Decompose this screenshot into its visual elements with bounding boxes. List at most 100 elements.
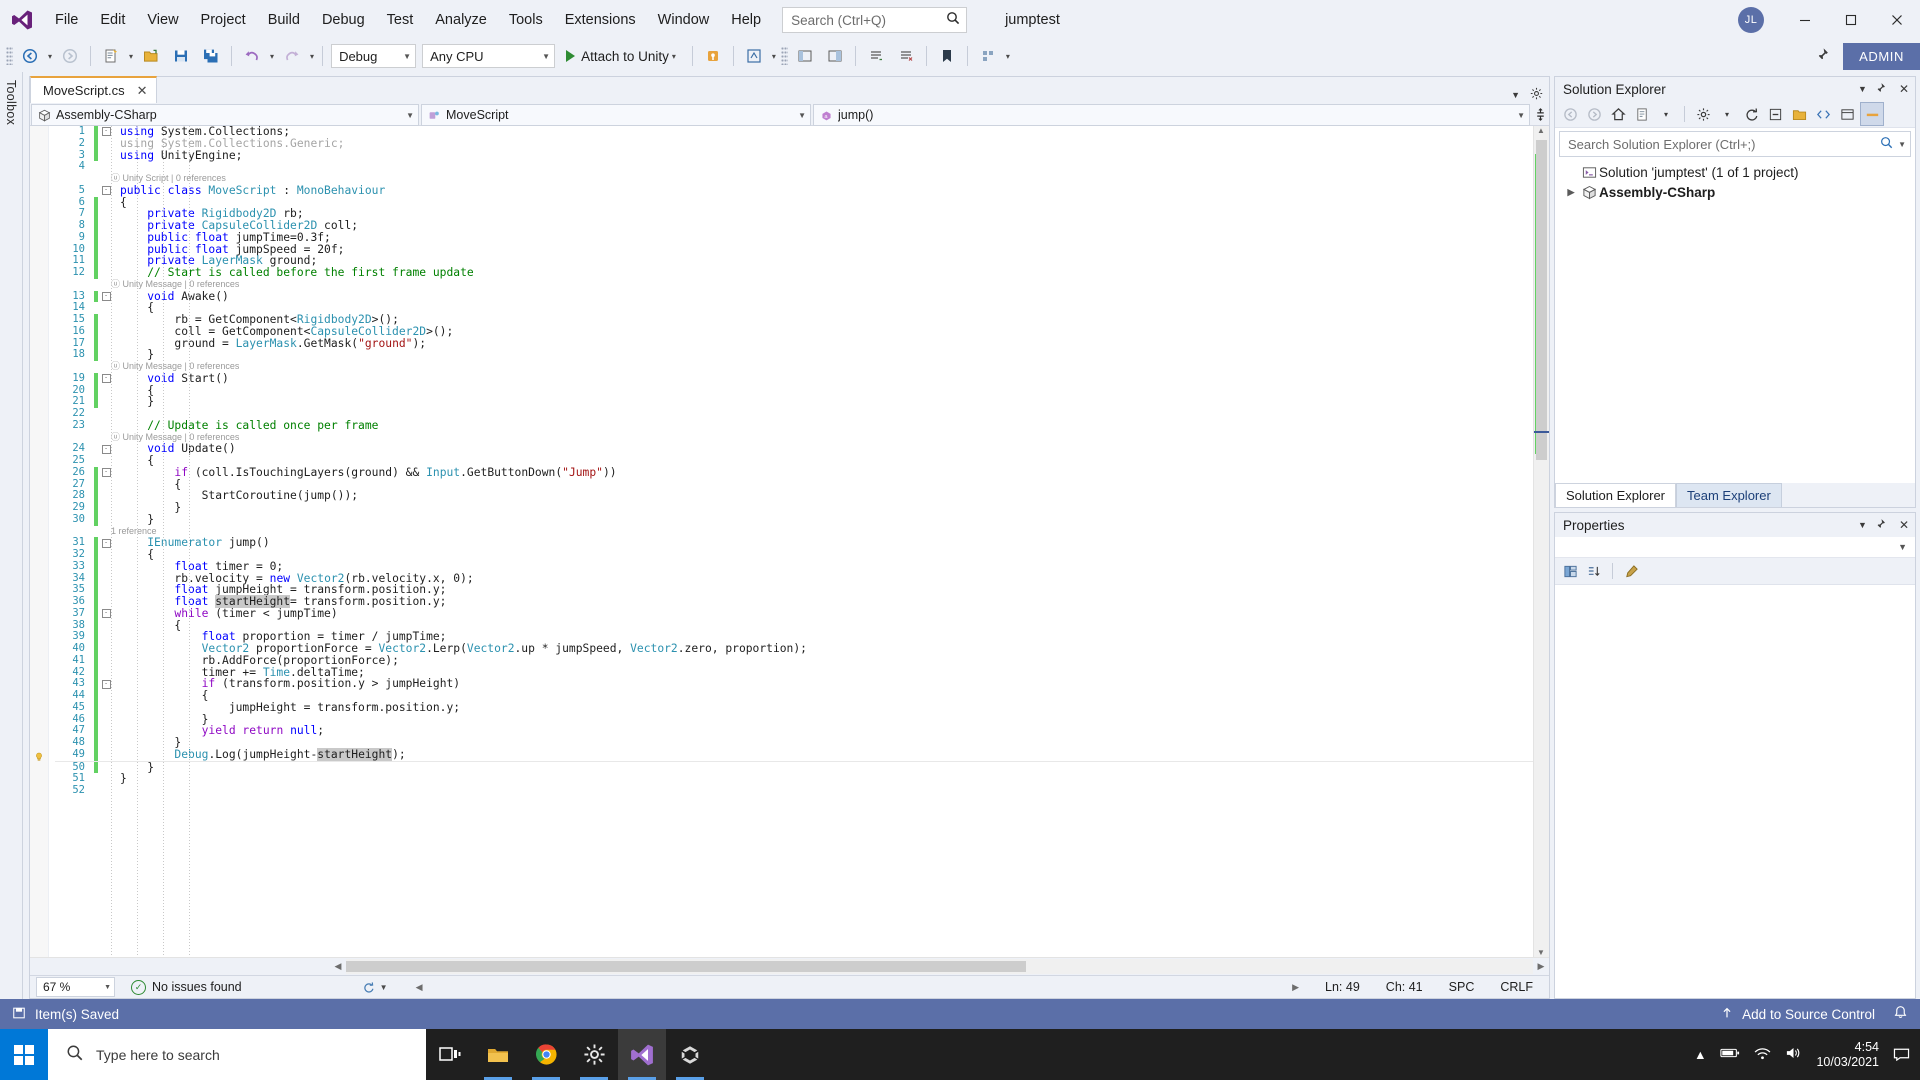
type-combo[interactable]: MoveScript ▼	[421, 104, 811, 126]
notifications-icon[interactable]	[1893, 1005, 1908, 1023]
code-line[interactable]: 4	[55, 160, 1533, 173]
navigate-backward-dropdown-icon[interactable]: ▾	[45, 52, 55, 61]
solution-tree[interactable]: Solution 'jumptest' (1 of 1 project) ▶ A…	[1555, 160, 1915, 483]
solution-platform-combo[interactable]: Any CPU ▼	[422, 44, 556, 68]
fold-toggle-icon[interactable]: -	[101, 444, 111, 454]
save-all-button[interactable]	[196, 43, 226, 69]
toolbox-tab[interactable]: Toolbox	[0, 72, 23, 999]
code-lens[interactable]: 1 reference	[55, 526, 1533, 538]
fold-toggle-icon[interactable]: -	[101, 609, 111, 619]
visual-studio-taskbar-button[interactable]	[618, 1029, 666, 1080]
lightbulb-icon[interactable]	[34, 750, 44, 761]
alphabetical-view-icon[interactable]	[1583, 560, 1605, 582]
task-view-button[interactable]	[426, 1029, 474, 1080]
uncomment-lines-icon[interactable]	[891, 43, 921, 69]
pin-window-icon[interactable]	[1808, 47, 1843, 65]
fold-toggle-icon[interactable]: -	[101, 186, 111, 196]
minimize-button[interactable]	[1782, 0, 1828, 40]
solution-view-toggle[interactable]	[1860, 102, 1884, 126]
close-icon[interactable]: ✕	[137, 83, 148, 99]
pin-icon[interactable]	[1877, 518, 1889, 533]
back-icon[interactable]	[1559, 103, 1581, 125]
properties-icon[interactable]	[1692, 103, 1714, 125]
code-line[interactable]: 5 - public class MoveScript : MonoBehaviou…	[55, 184, 1533, 197]
zoom-combo[interactable]: 67 % ▼	[36, 977, 115, 997]
comment-lines-icon[interactable]	[861, 43, 891, 69]
code-lens[interactable]: ⓤ Unity Message | 0 references	[55, 432, 1533, 444]
chevron-down-icon[interactable]: ▼	[1511, 90, 1520, 100]
menu-edit[interactable]: Edit	[89, 0, 136, 40]
bookmark-icon[interactable]	[932, 43, 962, 69]
menu-test[interactable]: Test	[376, 0, 425, 40]
menu-project[interactable]: Project	[190, 0, 257, 40]
code-line[interactable]: 12 // Start is called before the first f…	[55, 266, 1533, 279]
solution-configuration-combo[interactable]: Debug ▼	[331, 44, 417, 68]
toolbar-grip-2[interactable]	[780, 47, 788, 65]
view-code-icon[interactable]	[1812, 103, 1834, 125]
close-icon[interactable]: ✕	[1899, 82, 1909, 96]
search-icon[interactable]	[1880, 136, 1893, 152]
settings-button[interactable]	[570, 1029, 618, 1080]
code-lens[interactable]: ⓤ Unity Message | 0 references	[55, 279, 1533, 291]
taskbar-clock[interactable]: 4:54 10/03/2021	[1816, 1040, 1879, 1070]
preview-selected-icon[interactable]	[1836, 103, 1858, 125]
taskbar-search-input[interactable]: Type here to search	[48, 1029, 426, 1080]
undo-button[interactable]	[237, 43, 267, 69]
open-file-button[interactable]	[136, 43, 166, 69]
categorized-view-icon[interactable]	[1559, 560, 1581, 582]
unity-button[interactable]	[666, 1029, 714, 1080]
new-project-dropdown-icon[interactable]: ▾	[126, 52, 136, 61]
redo-dropdown-icon[interactable]: ▾	[307, 52, 317, 61]
code-line[interactable]: 50 }	[55, 761, 1533, 774]
indicator-margin[interactable]	[30, 126, 49, 957]
code-line[interactable]: 17 ground = LayerMask.GetMask("ground");	[55, 337, 1533, 350]
pin-icon[interactable]	[1877, 82, 1889, 97]
quick-search-input[interactable]: Search (Ctrl+Q)	[782, 7, 968, 33]
code-line[interactable]: 3 using UnityEngine;	[55, 149, 1533, 162]
solution-search-input[interactable]: Search Solution Explorer (Ctrl+;) ▼	[1559, 131, 1911, 157]
home-icon[interactable]	[1607, 103, 1629, 125]
issues-status[interactable]: ✓ No issues found	[131, 979, 242, 995]
avatar[interactable]: JL	[1738, 7, 1764, 33]
code-line[interactable]: 23 // Update is called once per frame	[55, 419, 1533, 432]
new-project-button[interactable]	[96, 43, 126, 69]
attach-to-unity-button[interactable]: Attach to Unity ▾	[558, 43, 687, 69]
window-layout-icon-2[interactable]	[820, 43, 850, 69]
code-line[interactable]: 30 }	[55, 513, 1533, 526]
scroll-left-arrow-icon[interactable]: ◀	[416, 982, 423, 993]
chrome-button[interactable]	[522, 1029, 570, 1080]
code-line[interactable]: 31- IEnumerator jump()	[55, 536, 1533, 549]
menu-debug[interactable]: Debug	[311, 0, 376, 40]
menu-analyze[interactable]: Analyze	[424, 0, 498, 40]
live-share-dropdown-icon[interactable]: ▾	[769, 52, 779, 61]
undo-dropdown-icon[interactable]: ▾	[267, 52, 277, 61]
menu-build[interactable]: Build	[257, 0, 311, 40]
maximize-button[interactable]	[1828, 0, 1874, 40]
code-line[interactable]: 13- void Awake()	[55, 290, 1533, 303]
property-pages-icon[interactable]	[1620, 560, 1642, 582]
volume-icon[interactable]	[1785, 1046, 1802, 1063]
properties-object-row[interactable]: ▼	[1555, 537, 1915, 558]
tab-movescript-cs[interactable]: MoveScript.cs ✕	[30, 76, 157, 103]
menu-file[interactable]: File	[44, 0, 89, 40]
code-line[interactable]: 37 - while (timer < jumpTime)	[55, 607, 1533, 620]
chevron-down-icon[interactable]: ▾	[1655, 103, 1677, 125]
code-text-area[interactable]: 1- using System.Collections; 2 using System…	[55, 126, 1533, 957]
code-line[interactable]: 52	[55, 784, 1533, 797]
collapse-all-icon[interactable]	[1764, 103, 1786, 125]
network-icon[interactable]	[1754, 1047, 1771, 1063]
menu-window[interactable]: Window	[647, 0, 721, 40]
refresh-icon[interactable]	[1740, 103, 1762, 125]
chevron-down-icon[interactable]: ▾	[669, 52, 679, 61]
scroll-right-arrow-icon[interactable]: ▶	[1292, 982, 1299, 993]
horizontal-scrollbar-thumb[interactable]	[346, 961, 1026, 972]
expander-icon[interactable]: ▶	[1563, 187, 1579, 198]
window-layout-icon[interactable]	[790, 43, 820, 69]
show-all-files-icon[interactable]	[1788, 103, 1810, 125]
fold-toggle-icon[interactable]: -	[101, 127, 111, 137]
properties-grid[interactable]	[1555, 585, 1915, 998]
close-button[interactable]	[1874, 0, 1920, 40]
code-line[interactable]: 26 - if (coll.IsTouchingLayers(ground) &&…	[55, 466, 1533, 479]
navigate-forward-button[interactable]	[55, 43, 85, 69]
code-line[interactable]: 2 using System.Collections.Generic;	[55, 137, 1533, 150]
